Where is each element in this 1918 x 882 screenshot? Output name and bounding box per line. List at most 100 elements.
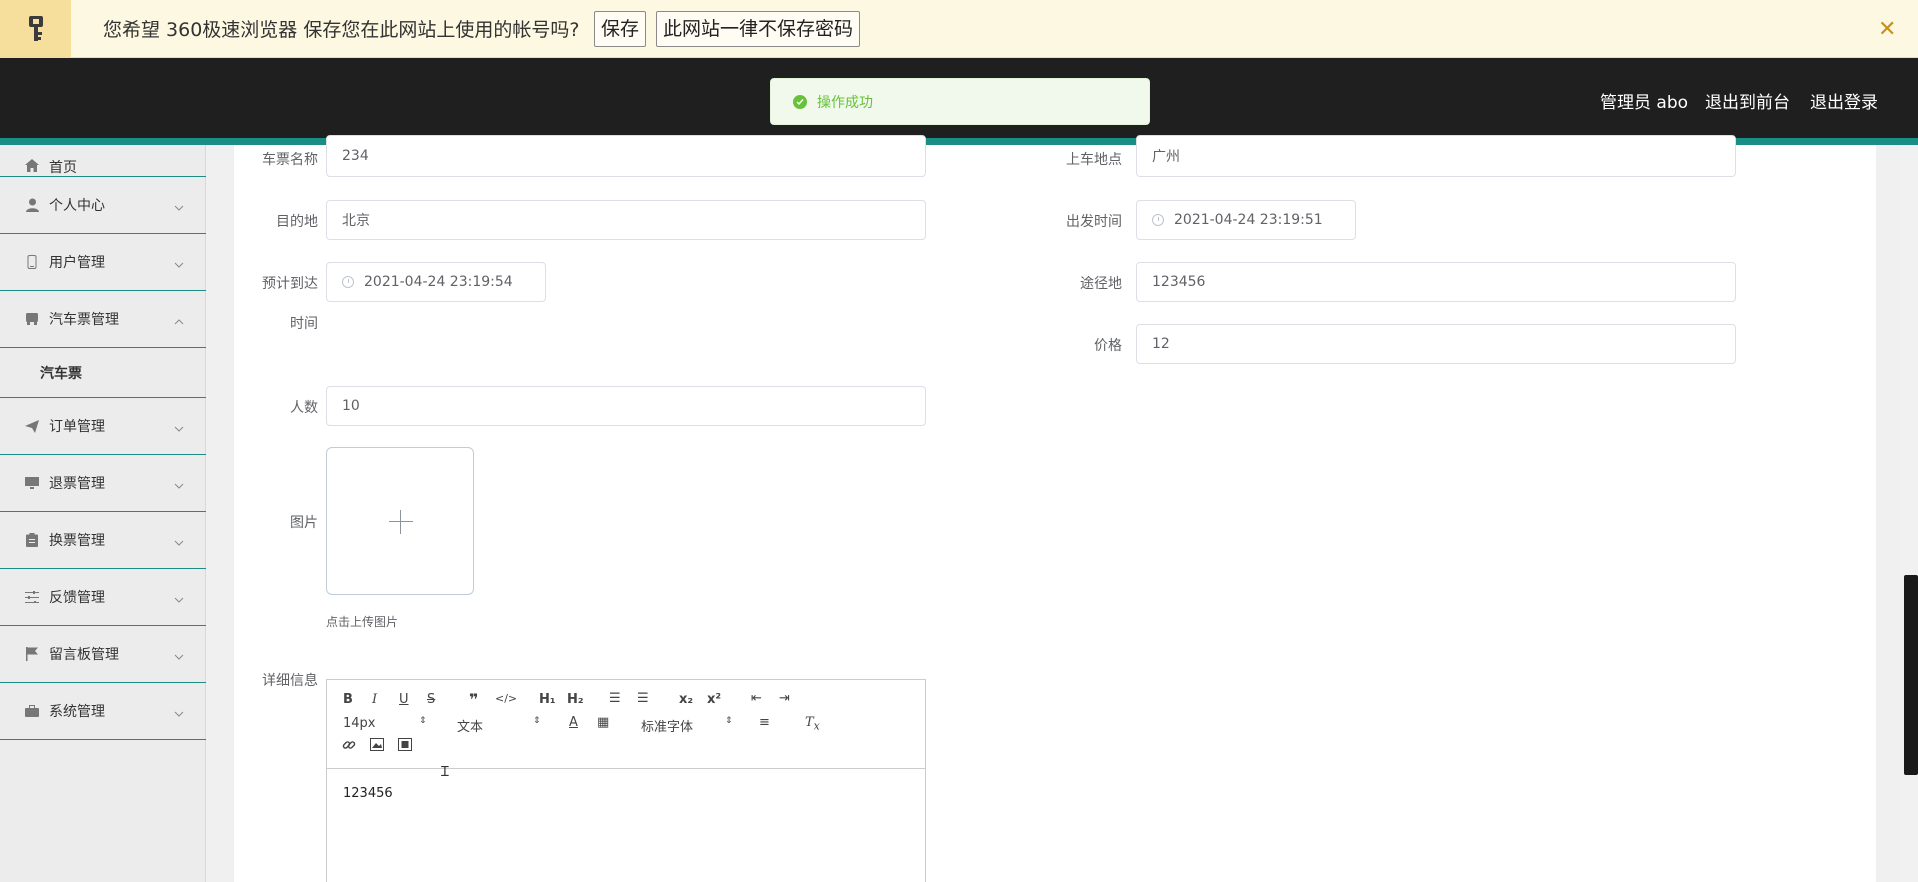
- arrival-time-picker[interactable]: 2021-04-24 23:19:54: [326, 262, 546, 302]
- clear-format-icon[interactable]: Tx: [805, 715, 820, 733]
- monitor-icon: [24, 475, 40, 491]
- route-input[interactable]: 123456: [1136, 262, 1736, 302]
- font-family-select[interactable]: 标准字体: [641, 716, 693, 735]
- outdent-icon[interactable]: ⇤: [751, 691, 762, 706]
- boarding-place-label: 上车地点: [1066, 152, 1122, 168]
- save-password-button[interactable]: 保存: [594, 11, 646, 47]
- sidebar-item-label: 换票管理: [49, 533, 105, 549]
- sidebar-item-exchanges[interactable]: 换票管理: [0, 512, 206, 569]
- sidebar-item-label: 留言板管理: [49, 647, 119, 663]
- boarding-place-input[interactable]: 广州: [1136, 135, 1736, 177]
- h2-icon[interactable]: H₂: [567, 692, 584, 707]
- success-toast: 操作成功: [770, 78, 1150, 125]
- chevron-down-icon: [174, 256, 184, 272]
- flag-icon: [24, 646, 40, 662]
- sidebar-item-label: 汽车票管理: [49, 312, 119, 328]
- plus-icon: [389, 521, 413, 522]
- sidebar: 首页 个人中心 用户管理 汽车票管理 汽车票 订单管理 退票管理 换票管理 反馈…: [0, 145, 206, 882]
- chevron-down-icon: [174, 591, 184, 607]
- destination-value: 北京: [342, 213, 370, 229]
- sidebar-item-bus-tickets[interactable]: 汽车票管理: [0, 291, 206, 348]
- image-insert-icon[interactable]: [370, 738, 384, 755]
- clock-icon: [342, 276, 354, 288]
- sidebar-subitem-bus-ticket[interactable]: 汽车票: [0, 348, 206, 398]
- sidebar-item-refunds[interactable]: 退票管理: [0, 455, 206, 512]
- page-scrollbar[interactable]: [1902, 145, 1918, 882]
- underline-icon[interactable]: U: [399, 692, 409, 707]
- upload-tip: 点击上传图片: [326, 615, 399, 629]
- strike-icon[interactable]: S: [427, 692, 435, 707]
- ticket-name-input[interactable]: 234: [326, 135, 926, 177]
- ticket-edit-form: 车票名称 234 上车地点 广州 目的地 北京 出发时间 2021-04-24 …: [234, 135, 1876, 882]
- blockquote-icon[interactable]: ❞: [469, 690, 478, 709]
- chevron-down-icon: [174, 420, 184, 436]
- ordered-list-icon[interactable]: ☰: [609, 691, 621, 706]
- exit-to-front-link[interactable]: 退出到前台: [1705, 88, 1790, 113]
- align-icon[interactable]: ≡: [759, 715, 770, 730]
- departure-time-picker[interactable]: 2021-04-24 23:19:51: [1136, 200, 1356, 240]
- price-input[interactable]: 12: [1136, 324, 1736, 364]
- image-label: 图片: [290, 515, 318, 531]
- route-value: 123456: [1152, 274, 1206, 290]
- close-icon[interactable]: ✕: [1878, 17, 1896, 42]
- arrival-time-value: 2021-04-24 23:19:54: [364, 274, 513, 290]
- font-size-value: 14px: [343, 716, 376, 731]
- rich-text-editor[interactable]: B I U S ❞ </> H₁ H₂ ☰ ☰ x₂ x² ⇤ ⇥ 14px ⇕…: [326, 679, 926, 882]
- never-save-button[interactable]: 此网站一律不保存密码: [656, 11, 860, 47]
- password-save-message: 您希望 360极速浏览器 保存您在此网站上使用的帐号吗?: [103, 19, 580, 41]
- header-select[interactable]: 文本: [457, 716, 483, 735]
- font-family-value: 标准字体: [641, 720, 694, 735]
- sidebar-item-orders[interactable]: 订单管理: [0, 398, 206, 455]
- arrival-time-label-line2: 时间: [290, 316, 318, 332]
- sidebar-item-label: 系统管理: [49, 704, 105, 720]
- sidebar-item-feedback[interactable]: 反馈管理: [0, 569, 206, 626]
- background-color-icon[interactable]: ▦: [597, 715, 609, 730]
- subscript-icon[interactable]: x₂: [679, 692, 693, 707]
- toast-message: 操作成功: [817, 94, 873, 111]
- people-count-label: 人数: [290, 400, 318, 416]
- scrollbar-thumb[interactable]: [1904, 575, 1918, 775]
- editor-content[interactable]: 123456: [343, 786, 393, 801]
- sidebar-item-users[interactable]: 用户管理: [0, 234, 206, 291]
- success-check-icon: [793, 94, 807, 109]
- sidebar-item-system[interactable]: 系统管理: [0, 683, 206, 740]
- sidebar-item-personal[interactable]: 个人中心: [0, 177, 206, 234]
- indent-icon[interactable]: ⇥: [779, 691, 790, 706]
- logout-link[interactable]: 退出登录: [1810, 88, 1878, 113]
- home-icon: [24, 157, 40, 173]
- text-cursor-icon: Ɪ: [441, 764, 449, 780]
- italic-icon[interactable]: I: [372, 692, 377, 707]
- header-select-value: 文本: [457, 720, 484, 735]
- chevron-up-icon: [174, 313, 184, 329]
- departure-time-label: 出发时间: [1066, 214, 1122, 230]
- link-icon[interactable]: [342, 738, 356, 756]
- password-save-bar: 您希望 360极速浏览器 保存您在此网站上使用的帐号吗? 保存 此网站一律不保存…: [0, 0, 1918, 58]
- sidebar-item-label: 用户管理: [49, 255, 105, 271]
- detail-label: 详细信息: [262, 673, 318, 689]
- sidebar-item-label: 退票管理: [49, 476, 105, 492]
- chevron-down-icon: [174, 199, 184, 215]
- boarding-place-value: 广州: [1152, 149, 1180, 165]
- h1-icon[interactable]: H₁: [539, 692, 556, 707]
- people-count-value: 10: [342, 398, 360, 414]
- text-color-icon[interactable]: A: [569, 715, 578, 730]
- chevron-down-icon: [174, 648, 184, 664]
- sidebar-item-label: 首页: [49, 160, 77, 176]
- sidebar-item-home[interactable]: 首页: [0, 145, 206, 177]
- departure-time-value: 2021-04-24 23:19:51: [1174, 212, 1323, 228]
- route-label: 途径地: [1080, 276, 1122, 292]
- image-uploader[interactable]: [326, 447, 474, 595]
- people-count-input[interactable]: 10: [326, 386, 926, 426]
- ticket-name-label: 车票名称: [262, 152, 318, 168]
- price-value: 12: [1152, 336, 1170, 352]
- bus-icon: [24, 311, 40, 327]
- plus-icon-vertical: [400, 510, 401, 534]
- destination-input[interactable]: 北京: [326, 200, 926, 240]
- sidebar-item-messages[interactable]: 留言板管理: [0, 626, 206, 683]
- superscript-icon[interactable]: x²: [707, 692, 721, 707]
- font-size-select[interactable]: 14px: [343, 716, 376, 731]
- bold-icon[interactable]: B: [343, 692, 353, 707]
- code-block-icon[interactable]: </>: [495, 692, 517, 705]
- video-insert-icon[interactable]: [398, 738, 412, 755]
- bullet-list-icon[interactable]: ☰: [637, 691, 649, 706]
